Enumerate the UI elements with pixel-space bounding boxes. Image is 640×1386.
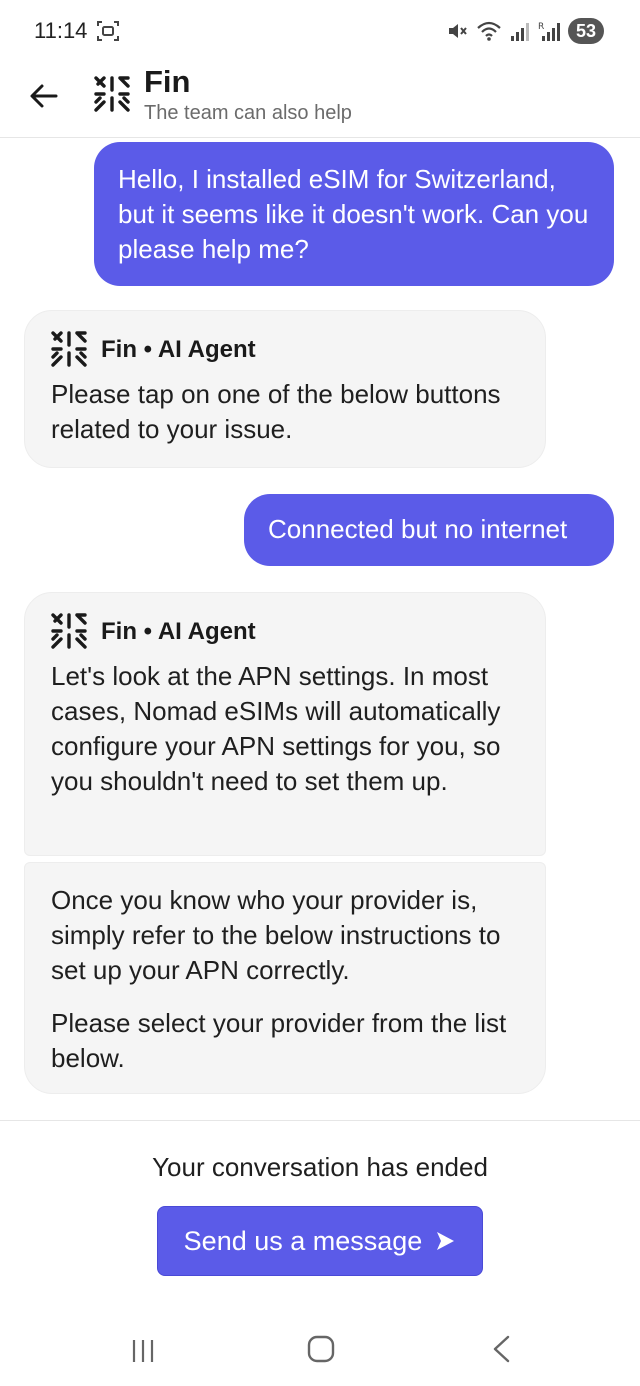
header-title: Fin bbox=[144, 64, 191, 99]
user-message: Connected but no internet bbox=[244, 494, 614, 566]
status-bar: 11:14 R 53 bbox=[0, 0, 640, 62]
system-nav-bar bbox=[0, 1310, 640, 1386]
agent-meta: Fin • AI Agent bbox=[51, 327, 521, 371]
agent-text: Let's look at the APN settings. In most … bbox=[51, 661, 501, 796]
signal-icon-2: R bbox=[538, 22, 560, 41]
recents-icon[interactable] bbox=[128, 1338, 158, 1364]
agent-message: Fin • AI Agent Please tap on one of the … bbox=[24, 310, 546, 468]
agent-paragraph: Please select your provider from the lis… bbox=[51, 1008, 507, 1073]
conversation-ended-text: Your conversation has ended bbox=[152, 1152, 488, 1182]
user-message: Hello, I installed eSIM for Switzerland,… bbox=[94, 142, 614, 286]
agent-name: Fin • AI Agent bbox=[101, 335, 256, 363]
battery-badge: 53 bbox=[568, 18, 604, 44]
agent-message: Fin • AI Agent Let's look at the APN set… bbox=[24, 592, 546, 856]
status-icons: R 53 bbox=[446, 17, 604, 45]
agent-paragraph: Once you know who your provider is, simp… bbox=[51, 885, 501, 985]
svg-text:R: R bbox=[538, 22, 544, 32]
screenshot-icon bbox=[97, 21, 119, 41]
fin-logo-icon bbox=[51, 331, 87, 367]
send-us-a-message-button[interactable]: Send us a message bbox=[157, 1206, 483, 1276]
fin-logo-icon bbox=[51, 613, 87, 649]
chat-header: Fin The team can also help bbox=[0, 62, 640, 138]
chevron-left-icon[interactable] bbox=[488, 1334, 514, 1364]
agent-name: Fin • AI Agent bbox=[101, 617, 256, 645]
footer-divider bbox=[0, 1120, 640, 1121]
back-arrow-icon[interactable] bbox=[26, 78, 62, 114]
agent-message-continued: Once you know who your provider is, simp… bbox=[24, 862, 546, 1094]
status-time: 11:14 bbox=[34, 18, 88, 43]
send-button-label: Send us a message bbox=[183, 1225, 423, 1256]
send-arrow-icon bbox=[437, 1232, 455, 1250]
home-icon[interactable] bbox=[306, 1334, 336, 1364]
agent-text: Once you know who your provider is, simp… bbox=[51, 883, 521, 1076]
fin-logo-icon bbox=[94, 76, 130, 112]
header-subtitle: The team can also help bbox=[144, 102, 352, 124]
signal-icon-1 bbox=[511, 23, 529, 41]
agent-meta: Fin • AI Agent bbox=[51, 609, 521, 653]
agent-text: Please tap on one of the below buttons r… bbox=[51, 379, 501, 444]
mute-icon bbox=[449, 24, 467, 38]
wifi-icon bbox=[477, 21, 501, 41]
